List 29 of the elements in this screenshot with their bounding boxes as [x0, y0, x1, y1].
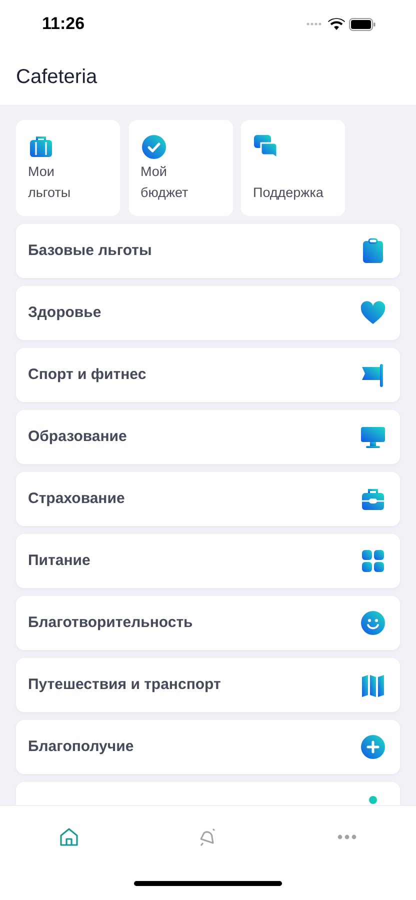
grid-icon	[360, 548, 386, 574]
signal-icon	[306, 22, 324, 26]
monitor-icon	[360, 424, 386, 450]
plus-circle-icon	[360, 734, 386, 760]
wifi-icon	[328, 18, 345, 30]
category-row[interactable]: Образование	[16, 410, 400, 464]
flag-icon	[360, 362, 386, 388]
category-row[interactable]: Питание	[16, 534, 400, 588]
smile-icon	[360, 610, 386, 636]
status-time: 11:26	[42, 13, 85, 36]
battery-icon	[349, 18, 376, 30]
shortcut-tile[interactable]: Мои льготы	[16, 120, 120, 216]
clipboard-icon	[360, 238, 386, 264]
map-icon	[360, 672, 386, 698]
category-row[interactable]: Благотворительность	[16, 596, 400, 650]
shortcut-tile[interactable]: Поддержка	[241, 120, 345, 216]
dot-icon	[369, 796, 377, 804]
category-row[interactable]: Благополучие	[16, 720, 400, 774]
toolbox-icon	[360, 486, 386, 512]
check-circle-icon	[140, 134, 166, 160]
category-row[interactable]: Страхование	[16, 472, 400, 526]
suitcase-icon	[28, 134, 54, 160]
category-row[interactable]: Путешествия и транспорт	[16, 658, 400, 712]
category-row[interactable]: Здоровье	[16, 286, 400, 340]
category-row[interactable]: Спорт и фитнес	[16, 348, 400, 402]
heart-icon	[360, 300, 386, 326]
screen-title: Cafeteria	[16, 64, 98, 90]
shortcut-tile[interactable]: Мой бюджет	[128, 120, 232, 216]
category-row[interactable]: Базовые льготы	[16, 224, 400, 278]
